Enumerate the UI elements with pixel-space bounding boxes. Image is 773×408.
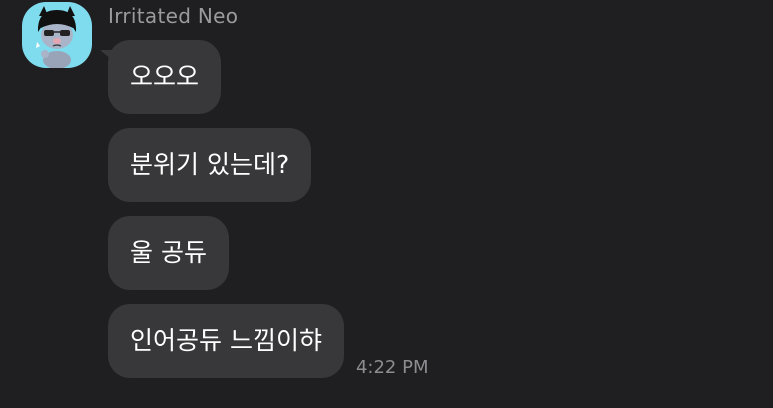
neo-character-icon: [36, 6, 77, 68]
message-row: 울 공듀: [108, 216, 428, 290]
message-bubble[interactable]: 울 공듀: [108, 216, 229, 290]
message-bubble[interactable]: 분위기 있는데?: [108, 128, 312, 202]
avatar[interactable]: [22, 2, 92, 68]
message-row: 분위기 있는데?: [108, 128, 428, 202]
message-row: 인어공듀 느낌이햐 4:22 PM: [108, 304, 428, 378]
message-bubble[interactable]: 오오오: [99, 40, 222, 114]
sender-name: Irritated Neo: [108, 4, 239, 28]
message-list: 오오오 분위기 있는데? 울 공듀 인어공듀 느낌이햐 4:22 PM: [99, 40, 428, 392]
chat-view: Irritated Neo 오오오 분위기 있는데? 울 공듀 인어공듀 느낌이…: [0, 0, 773, 408]
message-timestamp: 4:22 PM: [355, 357, 429, 378]
message-row: 오오오: [99, 40, 428, 114]
message-bubble[interactable]: 인어공듀 느낌이햐: [108, 304, 344, 378]
